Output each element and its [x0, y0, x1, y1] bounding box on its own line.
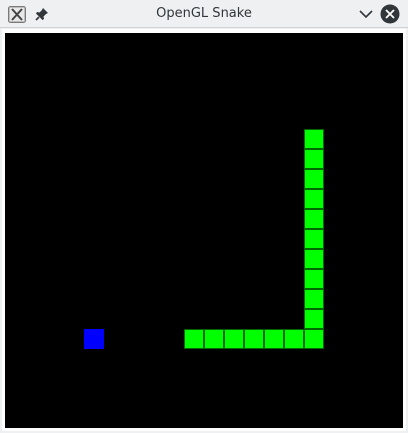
- snake-segment: [304, 269, 324, 289]
- chevron-down-icon[interactable]: [356, 5, 376, 23]
- snake-segment: [304, 229, 324, 249]
- snake-segment: [224, 329, 244, 349]
- snake-segment: [244, 329, 264, 349]
- snake-segment: [304, 309, 324, 329]
- close-icon[interactable]: [379, 3, 401, 25]
- app-window: OpenGL Snake: [0, 0, 408, 433]
- snake-segment: [264, 329, 284, 349]
- snake-segment: [184, 329, 204, 349]
- snake-segment: [204, 329, 224, 349]
- snake-segment: [304, 289, 324, 309]
- snake-segment: [304, 329, 324, 349]
- title-bar[interactable]: OpenGL Snake: [0, 0, 408, 28]
- snake-segment: [304, 209, 324, 229]
- window-title: OpenGL Snake: [156, 6, 252, 21]
- game-canvas[interactable]: [5, 33, 403, 428]
- snake-segment: [304, 249, 324, 269]
- snake-segment: [304, 189, 324, 209]
- snake-segment: [304, 149, 324, 169]
- snake-segment: [304, 129, 324, 149]
- food-item: [84, 329, 104, 349]
- snake-segment: [304, 169, 324, 189]
- snake-segment: [284, 329, 304, 349]
